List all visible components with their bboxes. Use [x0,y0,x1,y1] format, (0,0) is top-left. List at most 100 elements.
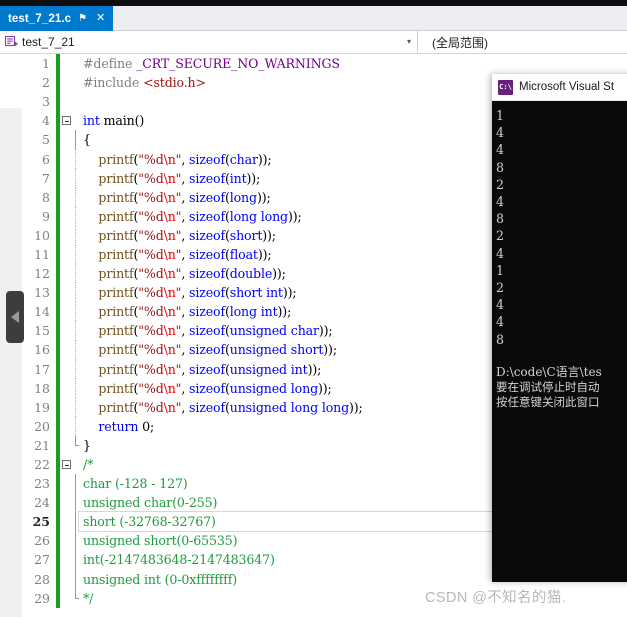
indent-guide [73,149,79,169]
code-token: short int [229,285,283,301]
code-text: printf("%d\n", sizeof(long)); [79,189,270,205]
line-number: 3 [42,94,50,110]
collapse-region-icon[interactable] [60,111,73,130]
line-number: 20 [34,418,50,434]
indent-guide [73,130,79,150]
console-output-line: 1 [496,262,505,278]
line-number: 21 [34,437,50,453]
chevron-down-icon[interactable]: ▾ [401,38,417,46]
code-text: printf("%d\n", sizeof(double)); [79,266,286,281]
code-line[interactable]: 1 #define _CRT_SECURE_NO_WARNINGS [0,54,627,74]
indent-guide [73,550,79,570]
code-token: unsigned int (0-0xffffffff) [83,571,238,587]
console-output-line: 2 [496,280,505,296]
console-output-line: 1 [496,108,505,123]
code-token: printf [98,304,134,320]
expand-panel-handle[interactable] [6,291,24,343]
code-token: sizeof [189,208,225,224]
code-token: \n [163,361,176,377]
code-text: unsigned short(0-65535) [79,533,238,548]
code-token: sizeof [189,361,225,377]
code-token: "%d [138,304,164,320]
code-token: "%d [138,189,164,205]
project-scope-value: test_7_21 [22,35,75,49]
code-token: printf [98,342,134,358]
line-number: 17 [34,361,50,377]
code-token: )); [318,323,333,339]
code-token: )); [257,151,272,167]
indent-guide [73,340,79,360]
console-app-icon: C:\ [498,79,513,95]
indent-guide [73,493,79,513]
code-text: return 0; [79,419,154,434]
code-text: printf("%d\n", sizeof(unsigned long long… [79,400,362,415]
console-title-text: Microsoft Visual St [519,81,615,93]
code-text: int main() [79,113,144,128]
console-output-line: 4 [496,297,505,313]
code-token: char [229,151,258,167]
code-token: "%d [138,170,164,186]
code-token: sizeof [189,266,225,282]
code-token: long long [229,208,288,224]
code-token: \n [163,266,176,282]
code-token: \n [163,151,176,167]
indent-guide [73,435,79,455]
indent-guide [73,588,79,608]
line-number: 7 [42,170,50,186]
code-text: printf("%d\n", sizeof(short)); [79,228,276,243]
member-scope-dropdown[interactable]: (全局范围) [418,31,627,53]
line-number: 2 [42,75,50,91]
code-token: printf [98,323,134,339]
indent-guide [73,512,79,532]
line-number: 24 [34,495,50,511]
console-output-line: 8 [496,211,505,227]
console-exit-message-2: 按任意键关闭此窗口 [496,397,600,410]
code-text: */ [79,591,93,606]
console-window[interactable]: C:\ Microsoft Visual St 14482482412448 D… [492,74,627,582]
code-token: main() [99,113,145,129]
code-token: double [229,266,273,282]
code-token: , [181,170,190,186]
collapse-region-icon[interactable] [60,455,73,474]
indent-guide [73,73,79,92]
code-token: \n [163,304,176,320]
indent-guide [73,225,79,246]
code-token: { [83,132,91,148]
line-number: 6 [42,151,50,167]
code-token: \n [163,285,176,301]
code-token: unsigned long [229,380,318,396]
code-token: , [181,208,190,224]
console-title-bar[interactable]: C:\ Microsoft Visual St [492,74,627,101]
code-token: "%d [138,361,164,377]
pin-icon[interactable]: ⚑ [76,13,89,24]
code-token: "%d [138,246,164,262]
code-token: #define [83,56,137,72]
line-number: 16 [34,342,50,358]
code-token: "%d [138,342,164,358]
project-scope-dropdown[interactable]: test_7_21 ▾ [0,31,418,53]
tab-title: test_7_21.c [8,12,72,25]
code-text: unsigned int (0-0xffffffff) [79,572,237,587]
code-token: , [181,285,190,301]
code-token: "%d [138,266,164,282]
editor-tab-test_7_21-c[interactable]: test_7_21.c ⚑ ✕ [0,6,114,31]
line-number: 11 [34,246,50,262]
code-token: , [181,227,190,243]
indent-guide [73,244,79,265]
close-icon[interactable]: ✕ [94,13,107,24]
code-token: sizeof [189,304,225,320]
line-number: 18 [34,380,50,396]
code-token: , [181,266,190,282]
code-token: long [229,189,257,205]
indent-guide [73,206,79,226]
code-token: "%d [138,208,164,224]
